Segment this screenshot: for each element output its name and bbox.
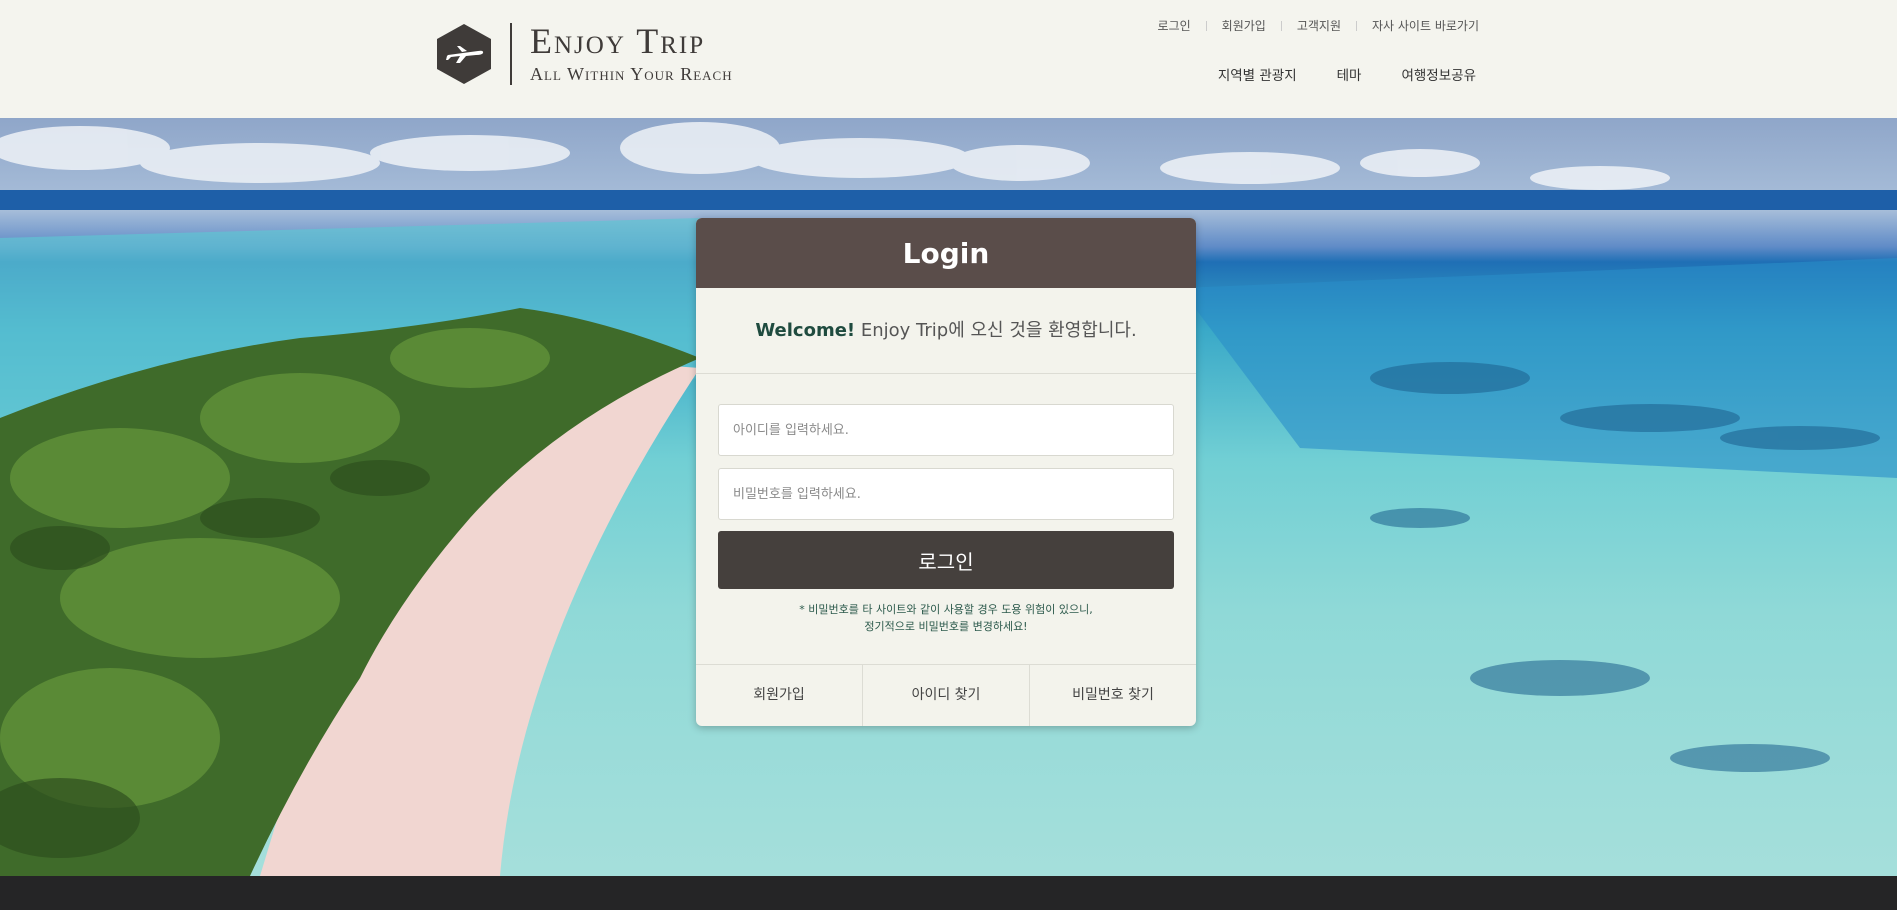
welcome-text: Enjoy Trip에 오신 것을 환영합니다. bbox=[855, 320, 1137, 341]
utility-links: 로그인 회원가입 고객지원 자사 사이트 바로가기 bbox=[1143, 17, 1479, 34]
nav-item-regional[interactable]: 지역별 관광지 bbox=[1218, 64, 1297, 84]
welcome-strong: Welcome! bbox=[755, 320, 856, 341]
notice-line-2: 정기적으로 비밀번호를 변경하세요! bbox=[864, 620, 1028, 633]
top-link-signup[interactable]: 회원가입 bbox=[1207, 17, 1281, 34]
site-footer-bar bbox=[0, 876, 1897, 910]
logo-title: Enjoy Trip bbox=[530, 21, 706, 61]
login-footer-links: 회원가입 아이디 찾기 비밀번호 찾기 bbox=[696, 664, 1196, 726]
login-button[interactable]: 로그인 bbox=[718, 531, 1174, 589]
logo-divider bbox=[510, 22, 512, 85]
find-id-link[interactable]: 아이디 찾기 bbox=[862, 665, 1029, 726]
login-card: Login Welcome! Enjoy Trip에 오신 것을 환영합니다. … bbox=[696, 218, 1196, 726]
logo-text: Enjoy Trip All Within Your Reach bbox=[530, 22, 733, 85]
password-notice: * 비밀번호를 타 사이트와 같이 사용할 경우 도용 위험이 있으니, 정기적… bbox=[696, 601, 1196, 635]
logo-subtitle: All Within Your Reach bbox=[530, 64, 733, 84]
find-password-link[interactable]: 비밀번호 찾기 bbox=[1029, 665, 1196, 726]
site-logo[interactable]: Enjoy Trip All Within Your Reach bbox=[436, 22, 733, 85]
notice-line-1: * 비밀번호를 타 사이트와 같이 사용할 경우 도용 위험이 있으니, bbox=[799, 603, 1093, 616]
top-link-support[interactable]: 고객지원 bbox=[1282, 17, 1356, 34]
top-link-login[interactable]: 로그인 bbox=[1143, 17, 1206, 34]
login-title: Login bbox=[696, 218, 1196, 288]
top-link-company-site[interactable]: 자사 사이트 바로가기 bbox=[1357, 17, 1479, 34]
main-nav: 지역별 관광지 테마 여행정보공유 bbox=[1178, 64, 1476, 84]
nav-item-share[interactable]: 여행정보공유 bbox=[1401, 64, 1476, 84]
nav-item-theme[interactable]: 테마 bbox=[1337, 64, 1362, 84]
id-input[interactable] bbox=[718, 404, 1174, 456]
welcome-message: Welcome! Enjoy Trip에 오신 것을 환영합니다. bbox=[696, 288, 1196, 374]
site-header: Enjoy Trip All Within Your Reach 로그인 회원가… bbox=[0, 0, 1897, 118]
airplane-icon bbox=[437, 23, 491, 84]
password-input[interactable] bbox=[718, 468, 1174, 520]
signup-link[interactable]: 회원가입 bbox=[696, 665, 862, 726]
